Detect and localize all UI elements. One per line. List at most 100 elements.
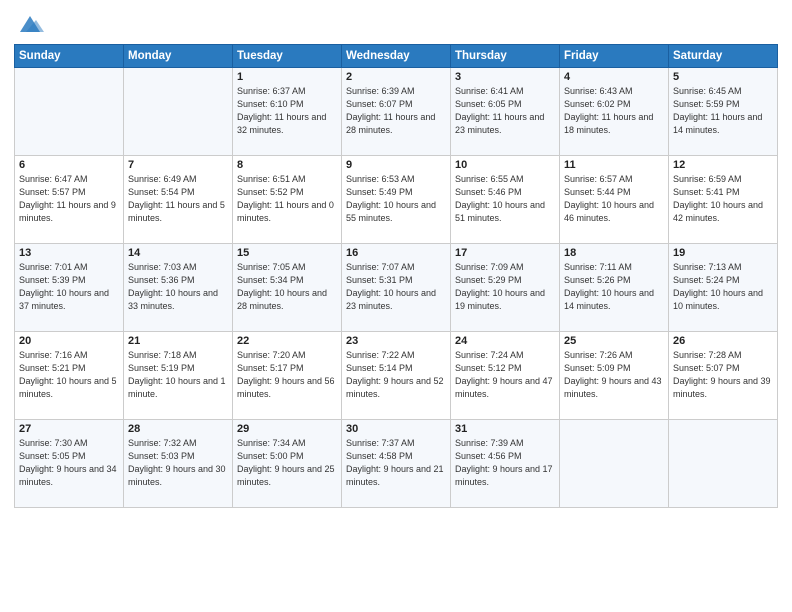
day-number: 7 (128, 159, 228, 171)
day-info: Sunrise: 7:24 AM Sunset: 5:12 PM Dayligh… (455, 349, 555, 401)
logo-icon (16, 10, 44, 38)
calendar-cell: 11 Sunrise: 6:57 AM Sunset: 5:44 PM Dayli… (560, 156, 669, 244)
day-number: 15 (237, 247, 337, 259)
calendar-cell: 3Sunrise: 6:41 AM Sunset: 6:05 PM Daylig… (451, 68, 560, 156)
day-info: Sunrise: 7:28 AM Sunset: 5:07 PM Dayligh… (673, 349, 773, 401)
calendar-cell: 5Sunrise: 6:45 AM Sunset: 5:59 PM Daylig… (669, 68, 778, 156)
day-info: Sunrise: 7:37 AM Sunset: 4:58 PM Dayligh… (346, 437, 446, 489)
day-info: Sunrise: 6:51 AM Sunset: 5:52 PM Dayligh… (237, 173, 337, 225)
calendar-cell: 30 Sunrise: 7:37 AM Sunset: 4:58 PM Dayli… (342, 420, 451, 508)
calendar-cell: 24 Sunrise: 7:24 AM Sunset: 5:12 PM Dayli… (451, 332, 560, 420)
day-info: Sunrise: 7:20 AM Sunset: 5:17 PM Dayligh… (237, 349, 337, 401)
day-info: Sunrise: 7:26 AM Sunset: 5:09 PM Dayligh… (564, 349, 664, 401)
calendar-cell: 23 Sunrise: 7:22 AM Sunset: 5:14 PM Dayli… (342, 332, 451, 420)
day-info: Sunrise: 7:07 AM Sunset: 5:31 PM Dayligh… (346, 261, 446, 313)
day-number: 1 (237, 71, 337, 83)
day-info: Sunrise: 6:43 AM Sunset: 6:02 PM Dayligh… (564, 85, 664, 137)
calendar-cell: 2 Sunrise: 6:39 AM Sunset: 6:07 PM Daylig… (342, 68, 451, 156)
calendar-cell: 29 Sunrise: 7:34 AM Sunset: 5:00 PM Dayli… (233, 420, 342, 508)
day-info: Sunrise: 7:13 AM Sunset: 5:24 PM Dayligh… (673, 261, 773, 313)
calendar-cell: 13 Sunrise: 7:01 AM Sunset: 5:39 PM Dayli… (15, 244, 124, 332)
calendar-cell: 22 Sunrise: 7:20 AM Sunset: 5:17 PM Dayli… (233, 332, 342, 420)
day-info: Sunrise: 7:11 AM Sunset: 5:26 PM Dayligh… (564, 261, 664, 313)
calendar-cell: 25 Sunrise: 7:26 AM Sunset: 5:09 PM Dayli… (560, 332, 669, 420)
day-number: 28 (128, 423, 228, 435)
week-row-1: 1 Sunrise: 6:37 AM Sunset: 6:10 PM Daylig… (15, 68, 778, 156)
day-number: 6 (19, 159, 119, 171)
calendar-cell: 19 Sunrise: 7:13 AM Sunset: 5:24 PM Dayli… (669, 244, 778, 332)
calendar-cell: 18 Sunrise: 7:11 AM Sunset: 5:26 PM Dayli… (560, 244, 669, 332)
day-info: Sunrise: 6:59 AM Sunset: 5:41 PM Dayligh… (673, 173, 773, 225)
calendar-cell (669, 420, 778, 508)
calendar-cell: 6 Sunrise: 6:47 AM Sunset: 5:57 PM Daylig… (15, 156, 124, 244)
weekday-header-monday: Monday (124, 45, 233, 68)
day-number: 29 (237, 423, 337, 435)
day-info: Sunrise: 7:01 AM Sunset: 5:39 PM Dayligh… (19, 261, 119, 313)
day-number: 4 (564, 71, 664, 83)
weekday-header-wednesday: Wednesday (342, 45, 451, 68)
day-number: 13 (19, 247, 119, 259)
calendar-cell: 21 Sunrise: 7:18 AM Sunset: 5:19 PM Dayli… (124, 332, 233, 420)
calendar-cell: 10 Sunrise: 6:55 AM Sunset: 5:46 PM Dayli… (451, 156, 560, 244)
calendar-cell: 20 Sunrise: 7:16 AM Sunset: 5:21 PM Dayli… (15, 332, 124, 420)
day-info: Sunrise: 7:30 AM Sunset: 5:05 PM Dayligh… (19, 437, 119, 489)
day-info: Sunrise: 7:09 AM Sunset: 5:29 PM Dayligh… (455, 261, 555, 313)
day-number: 22 (237, 335, 337, 347)
calendar-cell: 26Sunrise: 7:28 AM Sunset: 5:07 PM Dayli… (669, 332, 778, 420)
day-number: 18 (564, 247, 664, 259)
day-info: Sunrise: 6:49 AM Sunset: 5:54 PM Dayligh… (128, 173, 228, 225)
day-number: 8 (237, 159, 337, 171)
day-info: Sunrise: 6:41 AM Sunset: 6:05 PM Dayligh… (455, 85, 555, 137)
logo (14, 10, 44, 38)
day-info: Sunrise: 7:32 AM Sunset: 5:03 PM Dayligh… (128, 437, 228, 489)
calendar-cell: 17 Sunrise: 7:09 AM Sunset: 5:29 PM Dayli… (451, 244, 560, 332)
day-info: Sunrise: 6:47 AM Sunset: 5:57 PM Dayligh… (19, 173, 119, 225)
day-number: 23 (346, 335, 446, 347)
calendar-cell: 14Sunrise: 7:03 AM Sunset: 5:36 PM Dayli… (124, 244, 233, 332)
day-info: Sunrise: 6:45 AM Sunset: 5:59 PM Dayligh… (673, 85, 773, 137)
day-number: 19 (673, 247, 773, 259)
day-number: 10 (455, 159, 555, 171)
day-info: Sunrise: 7:22 AM Sunset: 5:14 PM Dayligh… (346, 349, 446, 401)
calendar-cell: 12Sunrise: 6:59 AM Sunset: 5:41 PM Dayli… (669, 156, 778, 244)
day-number: 17 (455, 247, 555, 259)
day-number: 30 (346, 423, 446, 435)
day-info: Sunrise: 6:55 AM Sunset: 5:46 PM Dayligh… (455, 173, 555, 225)
day-info: Sunrise: 6:57 AM Sunset: 5:44 PM Dayligh… (564, 173, 664, 225)
day-number: 2 (346, 71, 446, 83)
calendar-cell: 16Sunrise: 7:07 AM Sunset: 5:31 PM Dayli… (342, 244, 451, 332)
weekday-header-sunday: Sunday (15, 45, 124, 68)
weekday-header-tuesday: Tuesday (233, 45, 342, 68)
calendar-cell: 27Sunrise: 7:30 AM Sunset: 5:05 PM Dayli… (15, 420, 124, 508)
calendar-cell: 15Sunrise: 7:05 AM Sunset: 5:34 PM Dayli… (233, 244, 342, 332)
calendar: SundayMondayTuesdayWednesdayThursdayFrid… (14, 44, 778, 508)
day-number: 20 (19, 335, 119, 347)
day-number: 21 (128, 335, 228, 347)
calendar-cell: 8 Sunrise: 6:51 AM Sunset: 5:52 PM Daylig… (233, 156, 342, 244)
weekday-header-friday: Friday (560, 45, 669, 68)
weekday-header-thursday: Thursday (451, 45, 560, 68)
day-number: 9 (346, 159, 446, 171)
weekday-header-saturday: Saturday (669, 45, 778, 68)
day-info: Sunrise: 6:39 AM Sunset: 6:07 PM Dayligh… (346, 85, 446, 137)
day-info: Sunrise: 7:18 AM Sunset: 5:19 PM Dayligh… (128, 349, 228, 401)
day-number: 14 (128, 247, 228, 259)
calendar-cell: 9 Sunrise: 6:53 AM Sunset: 5:49 PM Daylig… (342, 156, 451, 244)
day-number: 31 (455, 423, 555, 435)
calendar-cell (560, 420, 669, 508)
calendar-cell (15, 68, 124, 156)
calendar-cell: 31Sunrise: 7:39 AM Sunset: 4:56 PM Dayli… (451, 420, 560, 508)
day-info: Sunrise: 7:34 AM Sunset: 5:00 PM Dayligh… (237, 437, 337, 489)
day-number: 24 (455, 335, 555, 347)
page: SundayMondayTuesdayWednesdayThursdayFrid… (0, 0, 792, 612)
weekday-header-row: SundayMondayTuesdayWednesdayThursdayFrid… (15, 45, 778, 68)
calendar-cell: 4 Sunrise: 6:43 AM Sunset: 6:02 PM Daylig… (560, 68, 669, 156)
day-info: Sunrise: 6:53 AM Sunset: 5:49 PM Dayligh… (346, 173, 446, 225)
day-number: 11 (564, 159, 664, 171)
day-info: Sunrise: 6:37 AM Sunset: 6:10 PM Dayligh… (237, 85, 337, 137)
calendar-cell: 28 Sunrise: 7:32 AM Sunset: 5:03 PM Dayli… (124, 420, 233, 508)
week-row-2: 6 Sunrise: 6:47 AM Sunset: 5:57 PM Daylig… (15, 156, 778, 244)
day-info: Sunrise: 7:16 AM Sunset: 5:21 PM Dayligh… (19, 349, 119, 401)
calendar-cell: 7 Sunrise: 6:49 AM Sunset: 5:54 PM Daylig… (124, 156, 233, 244)
day-number: 25 (564, 335, 664, 347)
